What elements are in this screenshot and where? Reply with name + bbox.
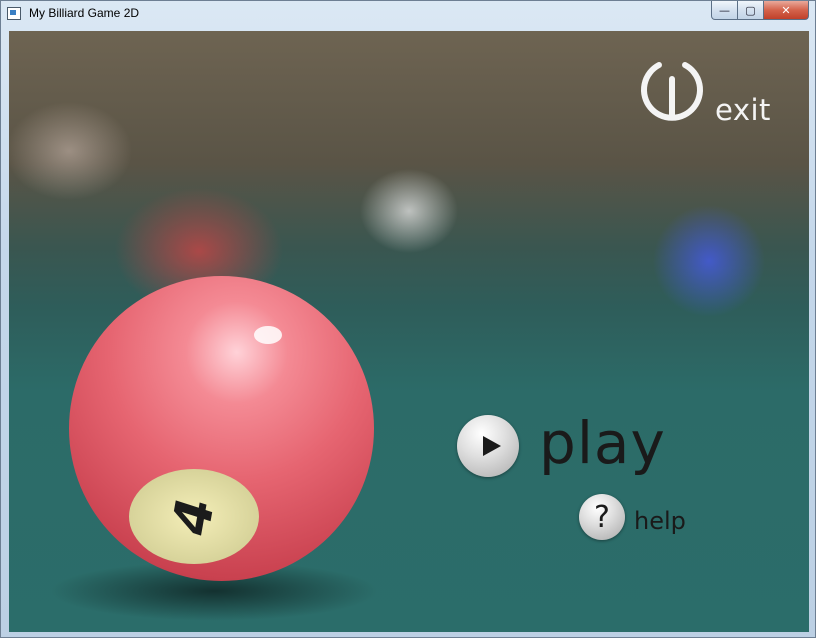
ball-highlight bbox=[254, 326, 282, 344]
play-button[interactable]: play bbox=[457, 409, 687, 485]
play-label: play bbox=[539, 409, 666, 477]
window-title: My Billiard Game 2D bbox=[29, 6, 140, 20]
app-icon bbox=[7, 7, 21, 20]
title-bar[interactable]: My Billiard Game 2D — ▢ ✕ bbox=[1, 1, 815, 29]
window-controls: — ▢ ✕ bbox=[711, 1, 809, 20]
play-icon bbox=[457, 415, 519, 477]
game-scene: 4 exit play ? help bbox=[9, 31, 809, 632]
ball-number: 4 bbox=[162, 489, 226, 544]
maximize-button[interactable]: ▢ bbox=[738, 1, 764, 20]
minimize-button[interactable]: — bbox=[711, 1, 738, 20]
help-button[interactable]: ? help bbox=[579, 494, 699, 544]
question-icon: ? bbox=[579, 494, 625, 540]
close-button[interactable]: ✕ bbox=[764, 1, 809, 20]
power-icon bbox=[641, 62, 703, 121]
exit-button[interactable]: exit bbox=[637, 51, 777, 131]
help-label: help bbox=[634, 507, 686, 535]
ball-number-circle: 4 bbox=[129, 469, 259, 564]
exit-label: exit bbox=[715, 93, 771, 127]
app-window: My Billiard Game 2D — ▢ ✕ 4 exit play ? … bbox=[0, 0, 816, 638]
